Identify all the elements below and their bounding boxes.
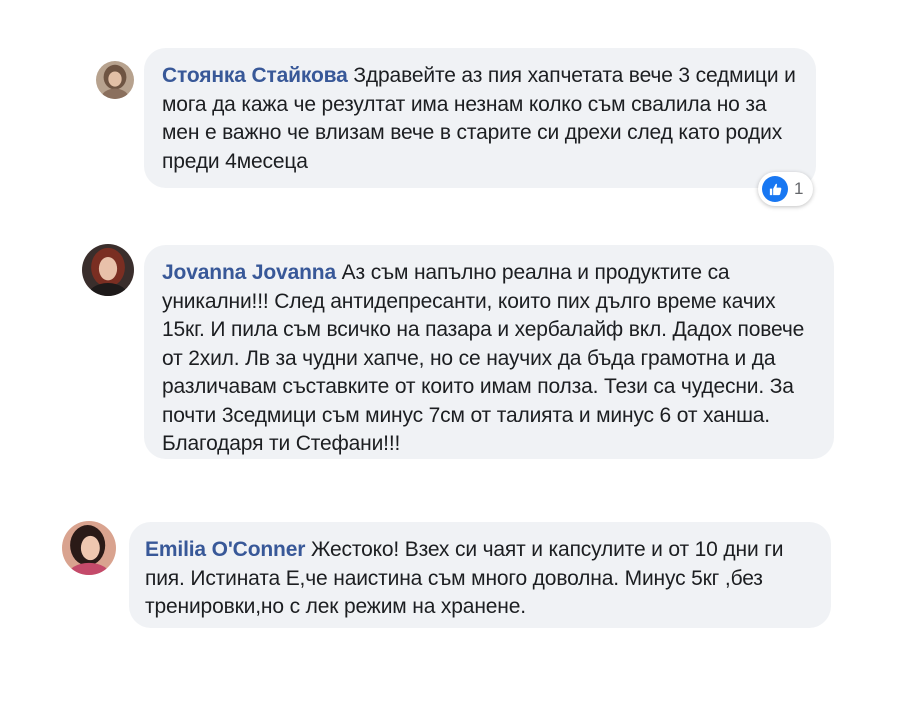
avatar[interactable]	[96, 61, 134, 99]
comment-text: Аз съм напълно реална и продуктите са ун…	[162, 261, 805, 455]
like-icon	[762, 176, 788, 202]
avatar-photo-icon	[96, 61, 134, 99]
comment-bubble: Jovanna Jovanna Аз съм напълно реална и …	[144, 245, 834, 459]
avatar-photo-icon	[82, 244, 134, 296]
avatar-photo-icon	[62, 521, 116, 575]
reaction-summary[interactable]: 1	[758, 172, 814, 206]
avatar[interactable]	[82, 244, 134, 296]
comment-author-link[interactable]: Emilia O'Conner	[145, 538, 305, 561]
avatar[interactable]	[62, 521, 116, 575]
comment-bubble: Emilia O'Conner Жестоко! Взех си чаят и …	[129, 522, 831, 628]
comment-bubble: Стоянка Стайкова Здравейте аз пия хапчет…	[144, 48, 816, 188]
comment-author-link[interactable]: Jovanna Jovanna	[162, 261, 336, 284]
reaction-count: 1	[794, 179, 804, 198]
comment-author-link[interactable]: Стоянка Стайкова	[162, 64, 348, 87]
